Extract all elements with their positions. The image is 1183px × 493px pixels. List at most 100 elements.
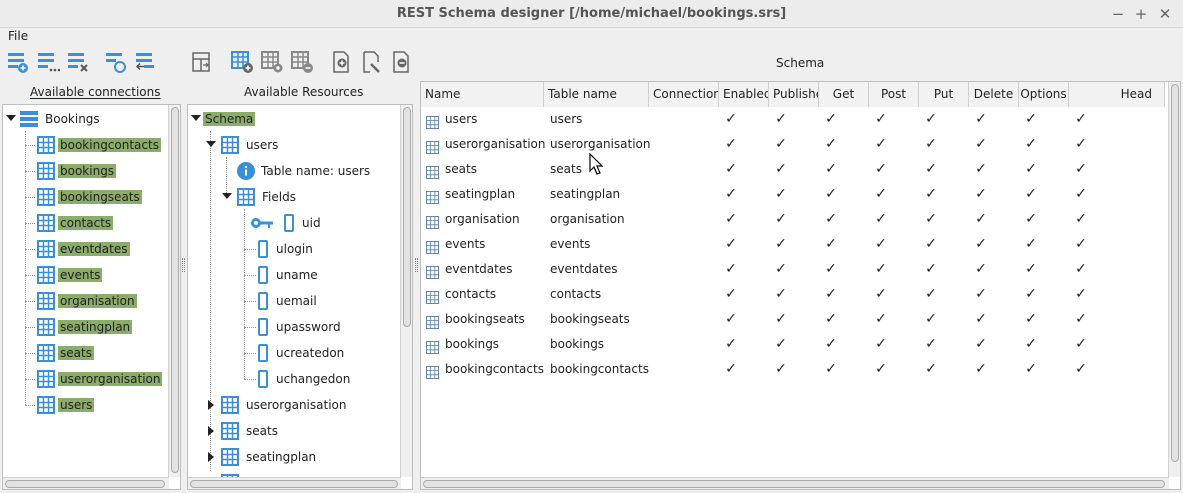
check-icon[interactable]: ✓ <box>1074 307 1088 332</box>
check-icon[interactable]: ✓ <box>1024 157 1038 182</box>
table-row[interactable]: userorganisation userorganisation ✓ ✓ ✓ ✓ ✓ ✓ ✓ ✓ <box>421 132 1169 157</box>
check-icon[interactable]: ✓ <box>874 307 888 332</box>
column-header[interactable]: Table name <box>544 82 649 107</box>
check-icon[interactable]: ✓ <box>924 282 938 307</box>
check-icon[interactable]: ✓ <box>724 357 738 382</box>
resource-item[interactable]: userorganisation <box>246 392 346 418</box>
field-item[interactable]: uemail <box>276 288 317 314</box>
table-row[interactable]: eventdates eventdates ✓ ✓ ✓ ✓ ✓ ✓ ✓ ✓ <box>421 257 1169 282</box>
connection-root[interactable]: Bookings <box>45 106 100 132</box>
check-icon[interactable]: ✓ <box>1024 257 1038 282</box>
export-schema-icon[interactable] <box>190 50 214 74</box>
collapse-arrow-icon[interactable] <box>208 426 214 436</box>
check-icon[interactable]: ✓ <box>1024 282 1038 307</box>
check-icon[interactable]: ✓ <box>1024 232 1038 257</box>
check-icon[interactable]: ✓ <box>924 307 938 332</box>
check-icon[interactable]: ✓ <box>1024 307 1038 332</box>
check-icon[interactable]: ✓ <box>974 332 988 357</box>
splitter-handle[interactable] <box>415 258 418 272</box>
check-icon[interactable]: ✓ <box>974 282 988 307</box>
remove-field-icon[interactable] <box>390 50 414 74</box>
check-icon[interactable]: ✓ <box>1074 257 1088 282</box>
check-icon[interactable]: ✓ <box>774 332 788 357</box>
check-icon[interactable]: ✓ <box>874 357 888 382</box>
resources-vscroll[interactable] <box>400 105 412 477</box>
expand-arrow-icon[interactable] <box>191 115 201 121</box>
check-icon[interactable]: ✓ <box>824 132 838 157</box>
collapse-arrow-icon[interactable] <box>208 400 214 410</box>
check-icon[interactable]: ✓ <box>1074 207 1088 232</box>
check-icon[interactable]: ✓ <box>974 182 988 207</box>
resource-item[interactable]: seatingplan <box>246 444 316 470</box>
menu-file[interactable]: File <box>8 29 28 43</box>
check-icon[interactable]: ✓ <box>924 132 938 157</box>
check-icon[interactable]: ✓ <box>874 257 888 282</box>
schema-root[interactable]: Schema <box>203 106 256 132</box>
check-icon[interactable]: ✓ <box>974 207 988 232</box>
table-row[interactable]: bookingseats bookingseats ✓ ✓ ✓ ✓ ✓ ✓ ✓ ✓ <box>421 307 1169 332</box>
check-icon[interactable]: ✓ <box>1074 157 1088 182</box>
field-item[interactable]: uchangedon <box>276 366 350 392</box>
add-field-icon[interactable] <box>330 50 354 74</box>
check-icon[interactable]: ✓ <box>824 182 838 207</box>
check-icon[interactable]: ✓ <box>974 307 988 332</box>
resource-settings-icon[interactable] <box>260 50 284 74</box>
check-icon[interactable]: ✓ <box>924 257 938 282</box>
remove-resource-icon[interactable] <box>290 50 314 74</box>
check-icon[interactable]: ✓ <box>724 257 738 282</box>
fields-node[interactable]: Fields <box>262 184 296 210</box>
check-icon[interactable]: ✓ <box>974 132 988 157</box>
import-connection-icon[interactable] <box>134 50 158 74</box>
column-header[interactable]: Put <box>919 82 969 107</box>
check-icon[interactable]: ✓ <box>724 207 738 232</box>
expand-arrow-icon[interactable] <box>222 193 232 199</box>
table-row[interactable]: seats seats ✓ ✓ ✓ ✓ ✓ ✓ ✓ ✓ <box>421 157 1169 182</box>
check-icon[interactable]: ✓ <box>1024 107 1038 132</box>
column-header[interactable]: Head <box>1069 82 1165 107</box>
check-icon[interactable]: ✓ <box>1024 132 1038 157</box>
connections-hscroll[interactable] <box>3 477 169 489</box>
check-icon[interactable]: ✓ <box>974 257 988 282</box>
check-icon[interactable]: ✓ <box>824 232 838 257</box>
expand-arrow-icon[interactable] <box>206 141 216 147</box>
check-icon[interactable]: ✓ <box>824 157 838 182</box>
resources-hscroll[interactable] <box>188 477 401 489</box>
check-icon[interactable]: ✓ <box>1024 332 1038 357</box>
resource-item[interactable]: seats <box>246 418 278 444</box>
expand-arrow-icon[interactable] <box>6 115 16 121</box>
check-icon[interactable]: ✓ <box>924 207 938 232</box>
check-icon[interactable]: ✓ <box>1074 107 1088 132</box>
connection-item[interactable]: contacts <box>58 210 114 236</box>
check-icon[interactable]: ✓ <box>924 332 938 357</box>
connection-item[interactable]: events <box>58 262 103 288</box>
check-icon[interactable]: ✓ <box>774 232 788 257</box>
resource-users[interactable]: users <box>246 132 278 158</box>
check-icon[interactable]: ✓ <box>774 107 788 132</box>
connection-item[interactable]: bookings <box>58 158 117 184</box>
table-row[interactable]: organisation organisation ✓ ✓ ✓ ✓ ✓ ✓ ✓ ✓ <box>421 207 1169 232</box>
field-item[interactable]: uid <box>302 210 321 236</box>
check-icon[interactable]: ✓ <box>1074 357 1088 382</box>
resources-tree[interactable]: Schema users Table name: users Fields ui… <box>187 104 413 490</box>
schema-table[interactable]: NameTable nameConnectionEnabledPublished… <box>420 81 1181 490</box>
check-icon[interactable]: ✓ <box>774 207 788 232</box>
check-icon[interactable]: ✓ <box>1074 282 1088 307</box>
check-icon[interactable]: ✓ <box>924 232 938 257</box>
connection-item[interactable]: organisation <box>58 288 137 314</box>
check-icon[interactable]: ✓ <box>1074 332 1088 357</box>
check-icon[interactable]: ✓ <box>824 307 838 332</box>
check-icon[interactable]: ✓ <box>724 107 738 132</box>
check-icon[interactable]: ✓ <box>774 132 788 157</box>
check-icon[interactable]: ✓ <box>724 232 738 257</box>
minimize-icon[interactable]: − <box>1108 4 1128 24</box>
check-icon[interactable]: ✓ <box>724 282 738 307</box>
connection-item[interactable]: seatingplan <box>58 314 133 340</box>
check-icon[interactable]: ✓ <box>824 257 838 282</box>
check-icon[interactable]: ✓ <box>724 307 738 332</box>
check-icon[interactable]: ✓ <box>724 157 738 182</box>
field-item[interactable]: ulogin <box>276 236 313 262</box>
check-icon[interactable]: ✓ <box>774 157 788 182</box>
check-icon[interactable]: ✓ <box>974 107 988 132</box>
field-item[interactable]: uname <box>276 262 318 288</box>
check-icon[interactable]: ✓ <box>874 107 888 132</box>
